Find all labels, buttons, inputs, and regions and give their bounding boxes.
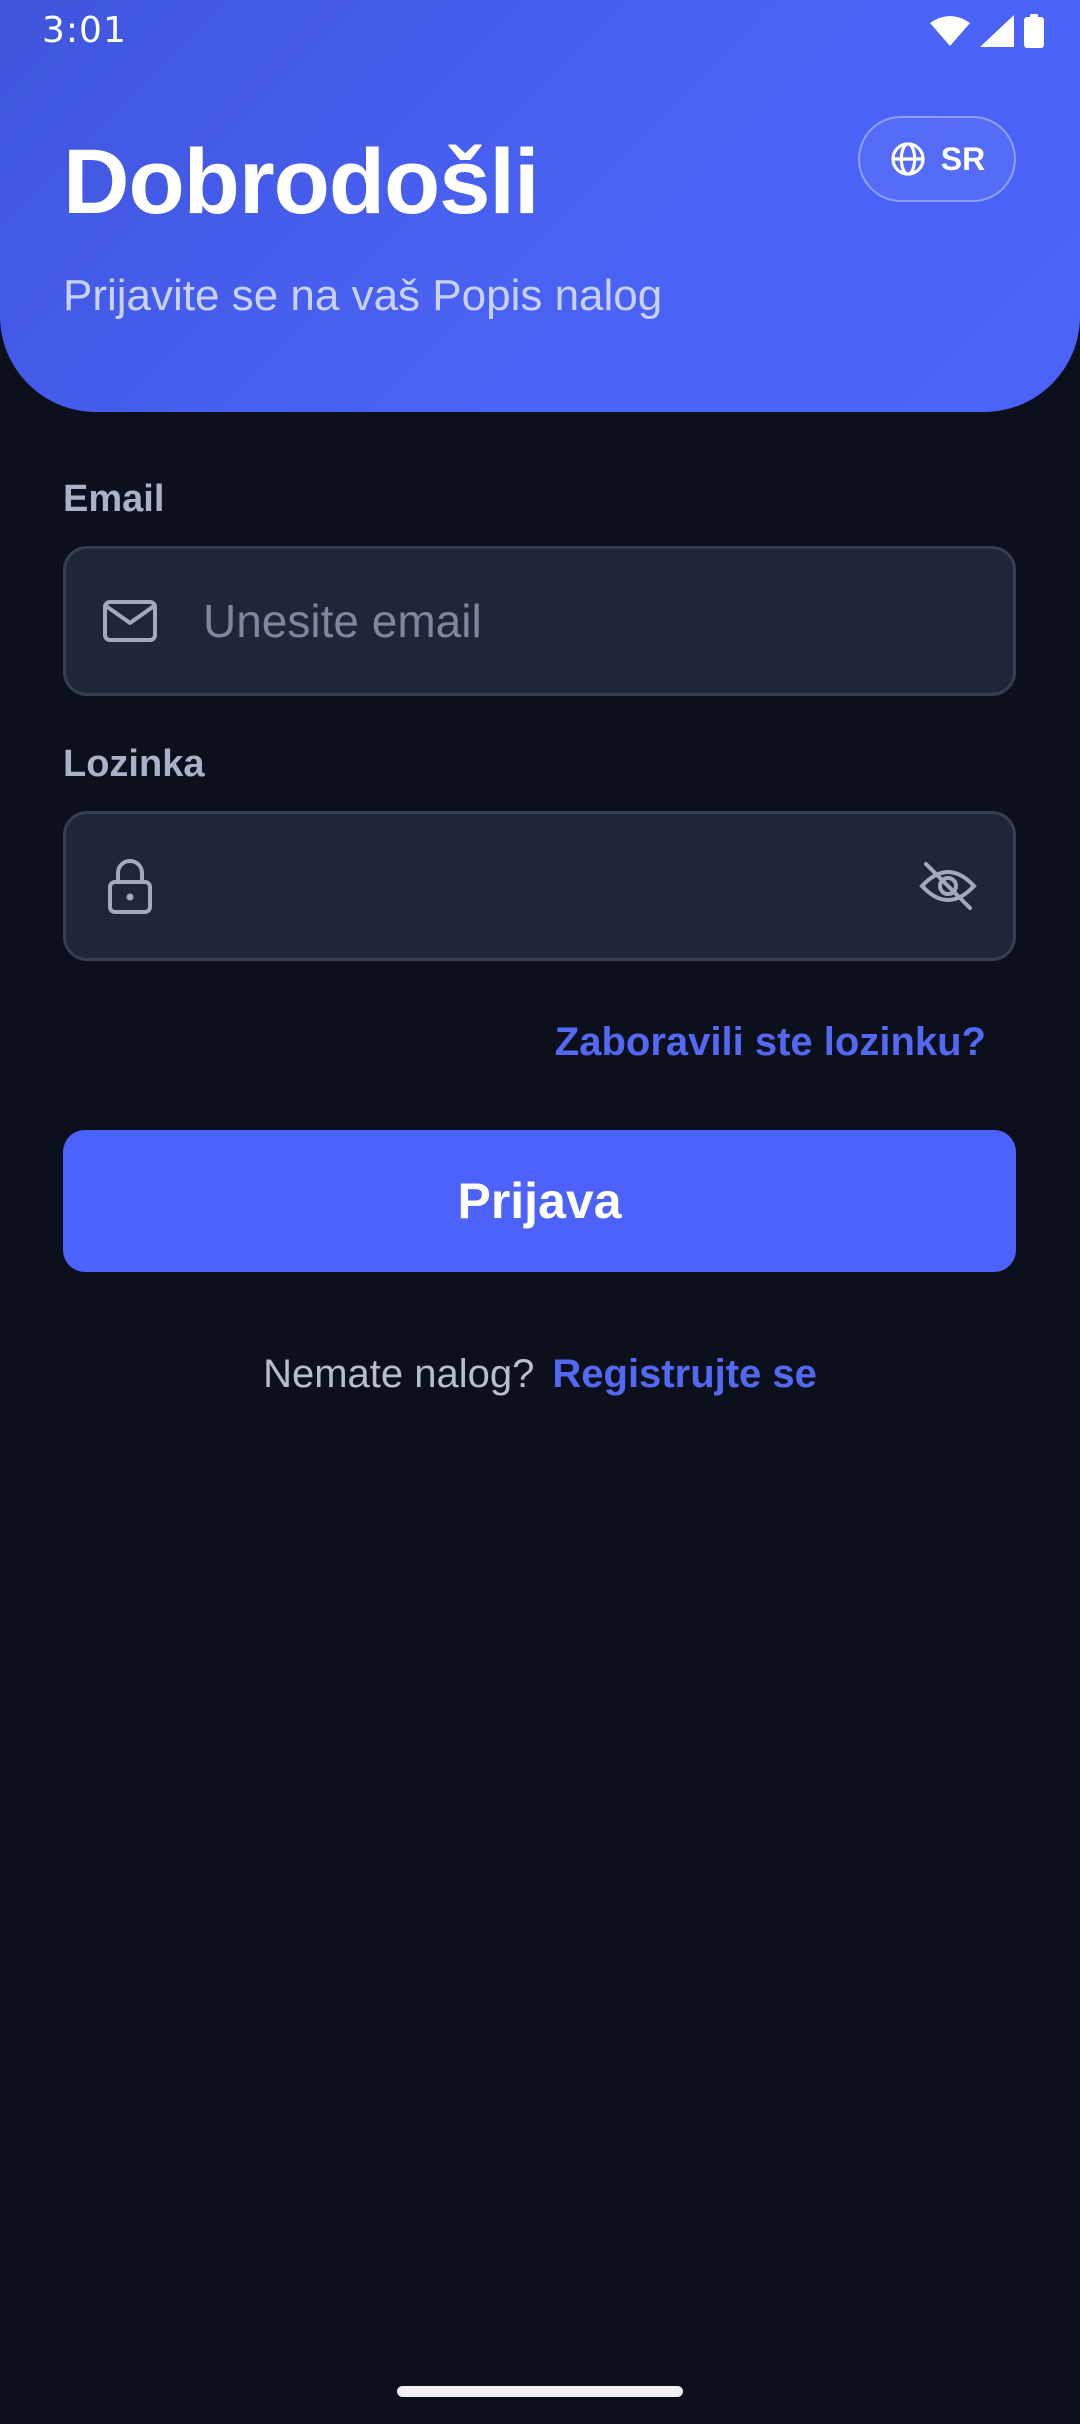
battery-icon bbox=[1024, 14, 1044, 48]
email-field-container bbox=[63, 546, 1016, 696]
status-icons bbox=[930, 14, 1044, 48]
language-label: SR bbox=[940, 140, 986, 177]
page-title: Dobrodošli bbox=[63, 131, 540, 233]
register-prompt: Nemate nalog? bbox=[263, 1352, 535, 1396]
register-link[interactable]: Registrujte se bbox=[552, 1352, 817, 1397]
login-button[interactable]: Prijava bbox=[63, 1130, 1016, 1272]
email-label: Email bbox=[63, 478, 165, 520]
status-bar: 3:01 bbox=[0, 0, 1080, 64]
login-screen: Dobrodošli Prijavite se na vaš Popis nal… bbox=[0, 0, 1080, 2424]
page-subtitle: Prijavite se na vaš Popis nalog bbox=[63, 271, 663, 320]
globe-icon bbox=[889, 140, 927, 178]
language-selector-button[interactable]: SR bbox=[858, 116, 1016, 202]
lock-icon bbox=[102, 858, 158, 914]
mail-icon bbox=[102, 593, 158, 649]
register-row: Nemate nalog? Registrujte se bbox=[0, 1352, 1080, 1397]
email-input[interactable] bbox=[201, 549, 893, 693]
status-time: 3:01 bbox=[42, 10, 127, 51]
signal-icon bbox=[980, 15, 1014, 47]
password-input[interactable] bbox=[201, 814, 893, 958]
eye-off-icon[interactable] bbox=[913, 851, 983, 921]
password-field-container bbox=[63, 811, 1016, 961]
password-label: Lozinka bbox=[63, 743, 205, 785]
home-indicator[interactable] bbox=[397, 2386, 683, 2397]
forgot-password-link[interactable]: Zaboravili ste lozinku? bbox=[555, 1020, 986, 1065]
wifi-icon bbox=[930, 15, 970, 47]
